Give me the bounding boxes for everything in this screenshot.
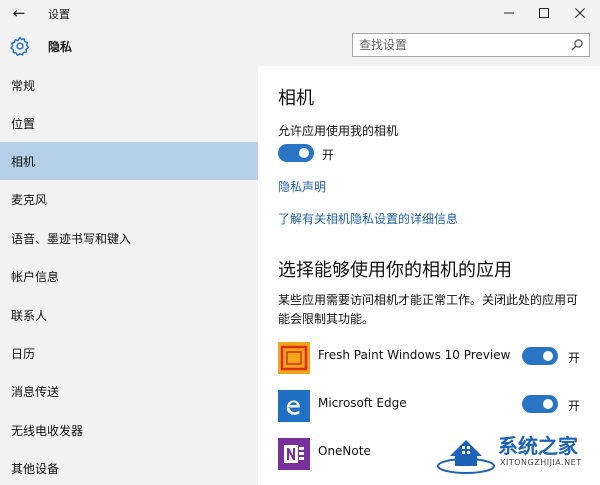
fresh-paint-toggle[interactable] — [522, 347, 558, 365]
apps-description: 某些应用需要访问相机才能正常工作。关闭此处的应用可能会限制其功能。 — [278, 293, 579, 326]
sidebar-item-label: 无线电收发器 — [11, 423, 84, 438]
edge-icon — [278, 390, 310, 422]
sidebar-item-label: 帐户信息 — [11, 269, 60, 284]
maximize-icon — [539, 8, 549, 18]
watermark-title: 系统之家 — [498, 434, 578, 458]
back-button[interactable]: ← — [0, 0, 38, 26]
sidebar-item-label: 日历 — [11, 346, 36, 361]
sidebar-item-radios[interactable]: 无线电收发器 — [0, 411, 258, 449]
sidebar-item-account-info[interactable]: 帐户信息 — [0, 257, 258, 295]
edge-state: 开 — [568, 399, 581, 413]
close-icon — [575, 8, 585, 18]
search-box[interactable] — [352, 33, 590, 57]
maximize-button[interactable] — [527, 0, 561, 26]
watermark: 系统之家 XITONGZHIJIA.NET — [436, 420, 600, 480]
gear-icon — [10, 36, 30, 57]
app-name: OneNote — [318, 444, 371, 458]
sidebar-item-general[interactable]: 常规 — [0, 66, 258, 104]
allow-camera-toggle[interactable] — [278, 144, 314, 162]
allow-camera-state: 开 — [322, 148, 335, 162]
privacy-statement-link[interactable]: 隐私声明 — [278, 178, 326, 195]
sidebar-item-label: 联系人 — [11, 308, 48, 323]
sidebar-item-label: 语音、墨迹书写和键入 — [11, 231, 132, 246]
sidebar-item-other-devices[interactable]: 其他设备 — [0, 449, 258, 485]
sidebar-item-label: 相机 — [11, 154, 36, 169]
sidebar-item-messaging[interactable]: 消息传送 — [0, 372, 258, 410]
minimize-icon — [504, 12, 514, 14]
sidebar-item-label: 其他设备 — [11, 461, 60, 476]
fresh-paint-state: 开 — [568, 351, 581, 365]
apps-section-title: 选择能够使用你的相机的应用 — [278, 260, 512, 281]
app-name: Microsoft Edge — [318, 396, 407, 410]
app-row-fresh-paint: Fresh Paint Windows 10 Preview 开 — [278, 342, 600, 382]
sidebar-item-label: 常规 — [11, 78, 36, 93]
title-bar: ← 设置 — [0, 0, 600, 26]
house-logo-icon — [437, 440, 495, 474]
sidebar-item-label: 消息传送 — [11, 384, 60, 399]
sidebar-item-calendar[interactable]: 日历 — [0, 334, 258, 372]
sidebar-item-contacts[interactable]: 联系人 — [0, 296, 258, 334]
edge-toggle[interactable] — [522, 395, 558, 413]
sidebar-item-speech-inking-typing[interactable]: 语音、墨迹书写和键入 — [0, 219, 258, 257]
sidebar-item-label: 位置 — [11, 116, 36, 131]
close-button[interactable] — [563, 0, 597, 26]
back-arrow-icon: ← — [12, 4, 26, 22]
sidebar-item-camera[interactable]: 相机 — [0, 142, 258, 180]
window-title: 设置 — [48, 8, 70, 21]
minimize-button[interactable] — [492, 0, 526, 26]
sidebar-item-microphone[interactable]: 麦克风 — [0, 180, 258, 218]
page-title: 隐私 — [48, 40, 73, 54]
camera-privacy-details-link[interactable]: 了解有关相机隐私设置的详细信息 — [278, 210, 458, 227]
section-title: 相机 — [278, 88, 314, 109]
sidebar-item-label: 麦克风 — [11, 192, 48, 207]
watermark-url: XITONGZHIJIA.NET — [500, 458, 582, 467]
search-input[interactable] — [353, 34, 563, 56]
search-icon[interactable] — [570, 38, 584, 52]
app-name: Fresh Paint Windows 10 Preview — [318, 348, 511, 362]
onenote-icon — [278, 438, 310, 470]
sidebar: 常规 位置 相机 麦克风 语音、墨迹书写和键入 帐户信息 联系人 日历 消息传送… — [0, 66, 258, 485]
allow-camera-label: 允许应用使用我的相机 — [278, 124, 399, 138]
sidebar-item-location[interactable]: 位置 — [0, 104, 258, 142]
page-header: 隐私 — [0, 26, 600, 66]
fresh-paint-icon — [278, 342, 310, 374]
